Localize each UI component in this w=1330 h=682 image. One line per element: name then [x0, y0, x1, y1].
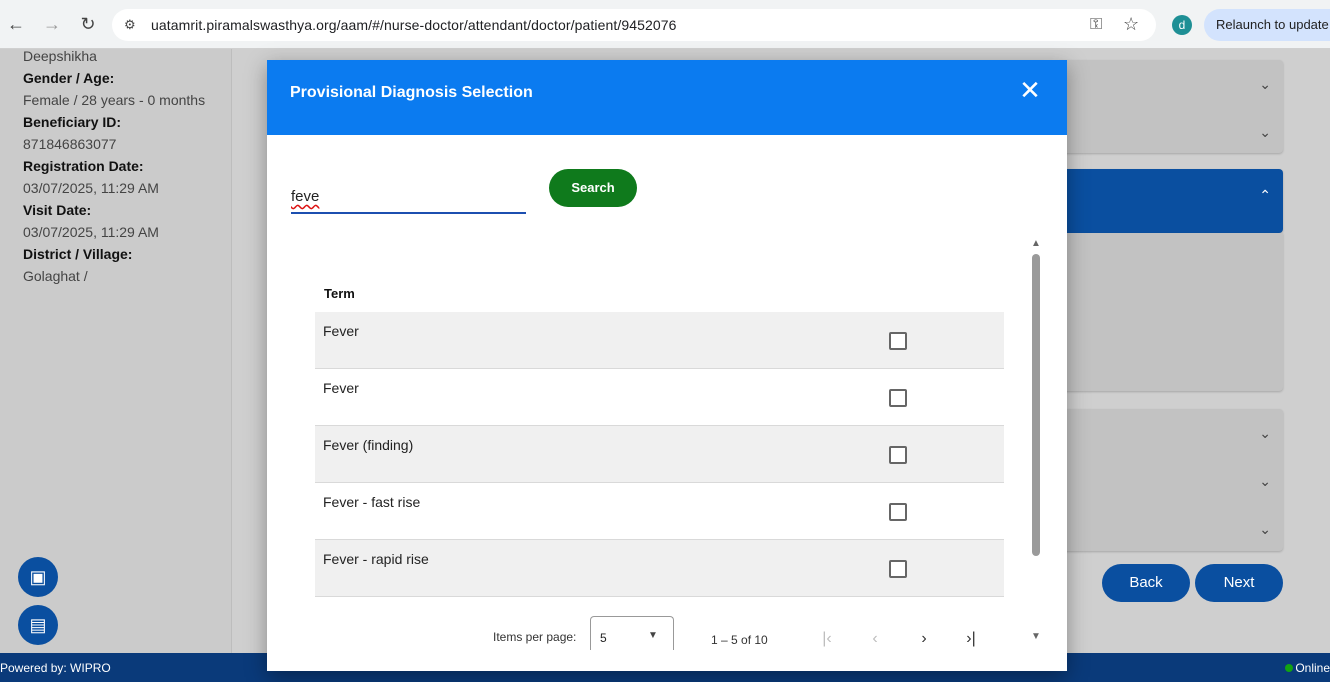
chevron-down-icon[interactable]: ⌄ [1259, 124, 1271, 141]
bookmark-star-icon[interactable]: ☆ [1123, 14, 1139, 35]
accordion-panel-bottom[interactable]: ⌄ ⌄ ⌄ [1060, 409, 1283, 551]
relaunch-button[interactable]: Relaunch to update [1204, 9, 1330, 41]
table-row: Fever - rapid rise [315, 540, 1004, 597]
visit-date-label: Visit Date: [23, 202, 92, 218]
beneficiary-id-value: 871846863077 [23, 136, 117, 152]
first-page-icon[interactable]: |‹ [815, 627, 839, 651]
online-status-label: Online [1295, 661, 1330, 675]
gender-age-value: Female / 28 years - 0 months [23, 92, 206, 108]
term-cell: Fever (finding) [323, 437, 414, 453]
accordion-panel-expanded[interactable]: ⌃ [1060, 169, 1283, 233]
dialog-scrollbar[interactable]: ▲ ▼ [1030, 238, 1042, 648]
term-cell: Fever - rapid rise [323, 551, 429, 567]
chevron-down-icon[interactable]: ⌄ [1259, 425, 1271, 442]
search-input[interactable] [291, 182, 526, 214]
forward-arrow-icon[interactable]: → [42, 14, 62, 34]
document-icon[interactable]: ▤ [18, 605, 58, 645]
table-row: Fever [315, 369, 1004, 426]
reload-icon[interactable]: ↻ [78, 14, 98, 34]
row-checkbox[interactable] [889, 446, 907, 464]
dialog-header: Provisional Diagnosis Selection ✕ [267, 60, 1067, 135]
address-bar[interactable]: ⚙ uatamrit.piramalswasthya.org/aam/#/nur… [112, 9, 1156, 41]
diagnosis-dialog: Provisional Diagnosis Selection ✕ feve S… [267, 60, 1067, 671]
page-range-label: 1 – 5 of 10 [711, 633, 768, 647]
row-checkbox[interactable] [889, 560, 907, 578]
search-input-value: feve [291, 188, 320, 205]
term-cell: Fever - fast rise [323, 494, 421, 510]
gender-age-label: Gender / Age: [23, 70, 115, 86]
dialog-title: Provisional Diagnosis Selection [290, 84, 533, 101]
next-page-icon[interactable]: › [912, 627, 936, 651]
back-arrow-icon[interactable]: ← [6, 14, 26, 34]
beneficiary-id-label: Beneficiary ID: [23, 114, 122, 130]
visit-date-value: 03/07/2025, 11:29 AM [23, 224, 159, 240]
row-checkbox[interactable] [889, 389, 907, 407]
items-per-page-label: Items per page: [493, 630, 577, 644]
search-button[interactable]: Search [549, 169, 637, 207]
items-per-page-select[interactable]: 5 ▼ [590, 616, 674, 650]
items-per-page-value: 5 [600, 631, 607, 645]
table-row: Fever [315, 312, 1004, 369]
password-key-icon[interactable]: ⚿ [1090, 16, 1102, 34]
row-checkbox[interactable] [889, 332, 907, 350]
profile-avatar[interactable]: d [1172, 15, 1192, 35]
powered-by-text: Powered by: WIPRO [0, 661, 111, 675]
scroll-down-icon[interactable]: ▼ [1031, 631, 1041, 642]
next-button[interactable]: Next [1195, 564, 1283, 602]
chevron-down-icon[interactable]: ⌄ [1259, 521, 1271, 538]
online-dot-icon [1285, 664, 1294, 672]
patient-sidebar: Deepshikha Gender / Age: Female / 28 yea… [0, 48, 232, 653]
table-row: Fever (finding) [315, 426, 1004, 483]
last-page-icon[interactable]: ›| [959, 627, 983, 651]
url-text: uatamrit.piramalswasthya.org/aam/#/nurse… [151, 17, 677, 33]
table-row: Fever - fast rise [315, 483, 1004, 540]
back-button[interactable]: Back [1102, 564, 1190, 602]
row-checkbox[interactable] [889, 503, 907, 521]
chevron-up-icon[interactable]: ⌃ [1259, 187, 1271, 204]
patient-name: Deepshikha [23, 48, 97, 64]
accordion-panel-body [1060, 233, 1283, 391]
chevron-down-icon[interactable]: ⌄ [1259, 76, 1271, 93]
term-cell: Fever [323, 323, 359, 339]
scroll-up-icon[interactable]: ▲ [1031, 238, 1041, 249]
site-settings-icon[interactable]: ⚙ [124, 17, 140, 33]
term-cell: Fever [323, 380, 359, 396]
patient-card-icon[interactable]: ▣ [18, 557, 58, 597]
accordion-panel-top[interactable]: ⌄ ⌄ [1060, 60, 1283, 153]
district-label: District / Village: [23, 246, 133, 262]
online-status: Online [1283, 661, 1330, 675]
scrollbar-thumb[interactable] [1032, 254, 1040, 556]
district-value: Golaghat / [23, 268, 88, 284]
registration-date-value: 03/07/2025, 11:29 AM [23, 180, 159, 196]
browser-toolbar: ← → ↻ ⚙ uatamrit.piramalswasthya.org/aam… [0, 0, 1330, 49]
registration-date-label: Registration Date: [23, 158, 144, 174]
column-header-term: Term [324, 286, 355, 301]
close-icon[interactable]: ✕ [1017, 77, 1043, 103]
previous-page-icon[interactable]: ‹ [863, 627, 887, 651]
dropdown-caret-icon: ▼ [648, 630, 658, 641]
chevron-down-icon[interactable]: ⌄ [1259, 473, 1271, 490]
